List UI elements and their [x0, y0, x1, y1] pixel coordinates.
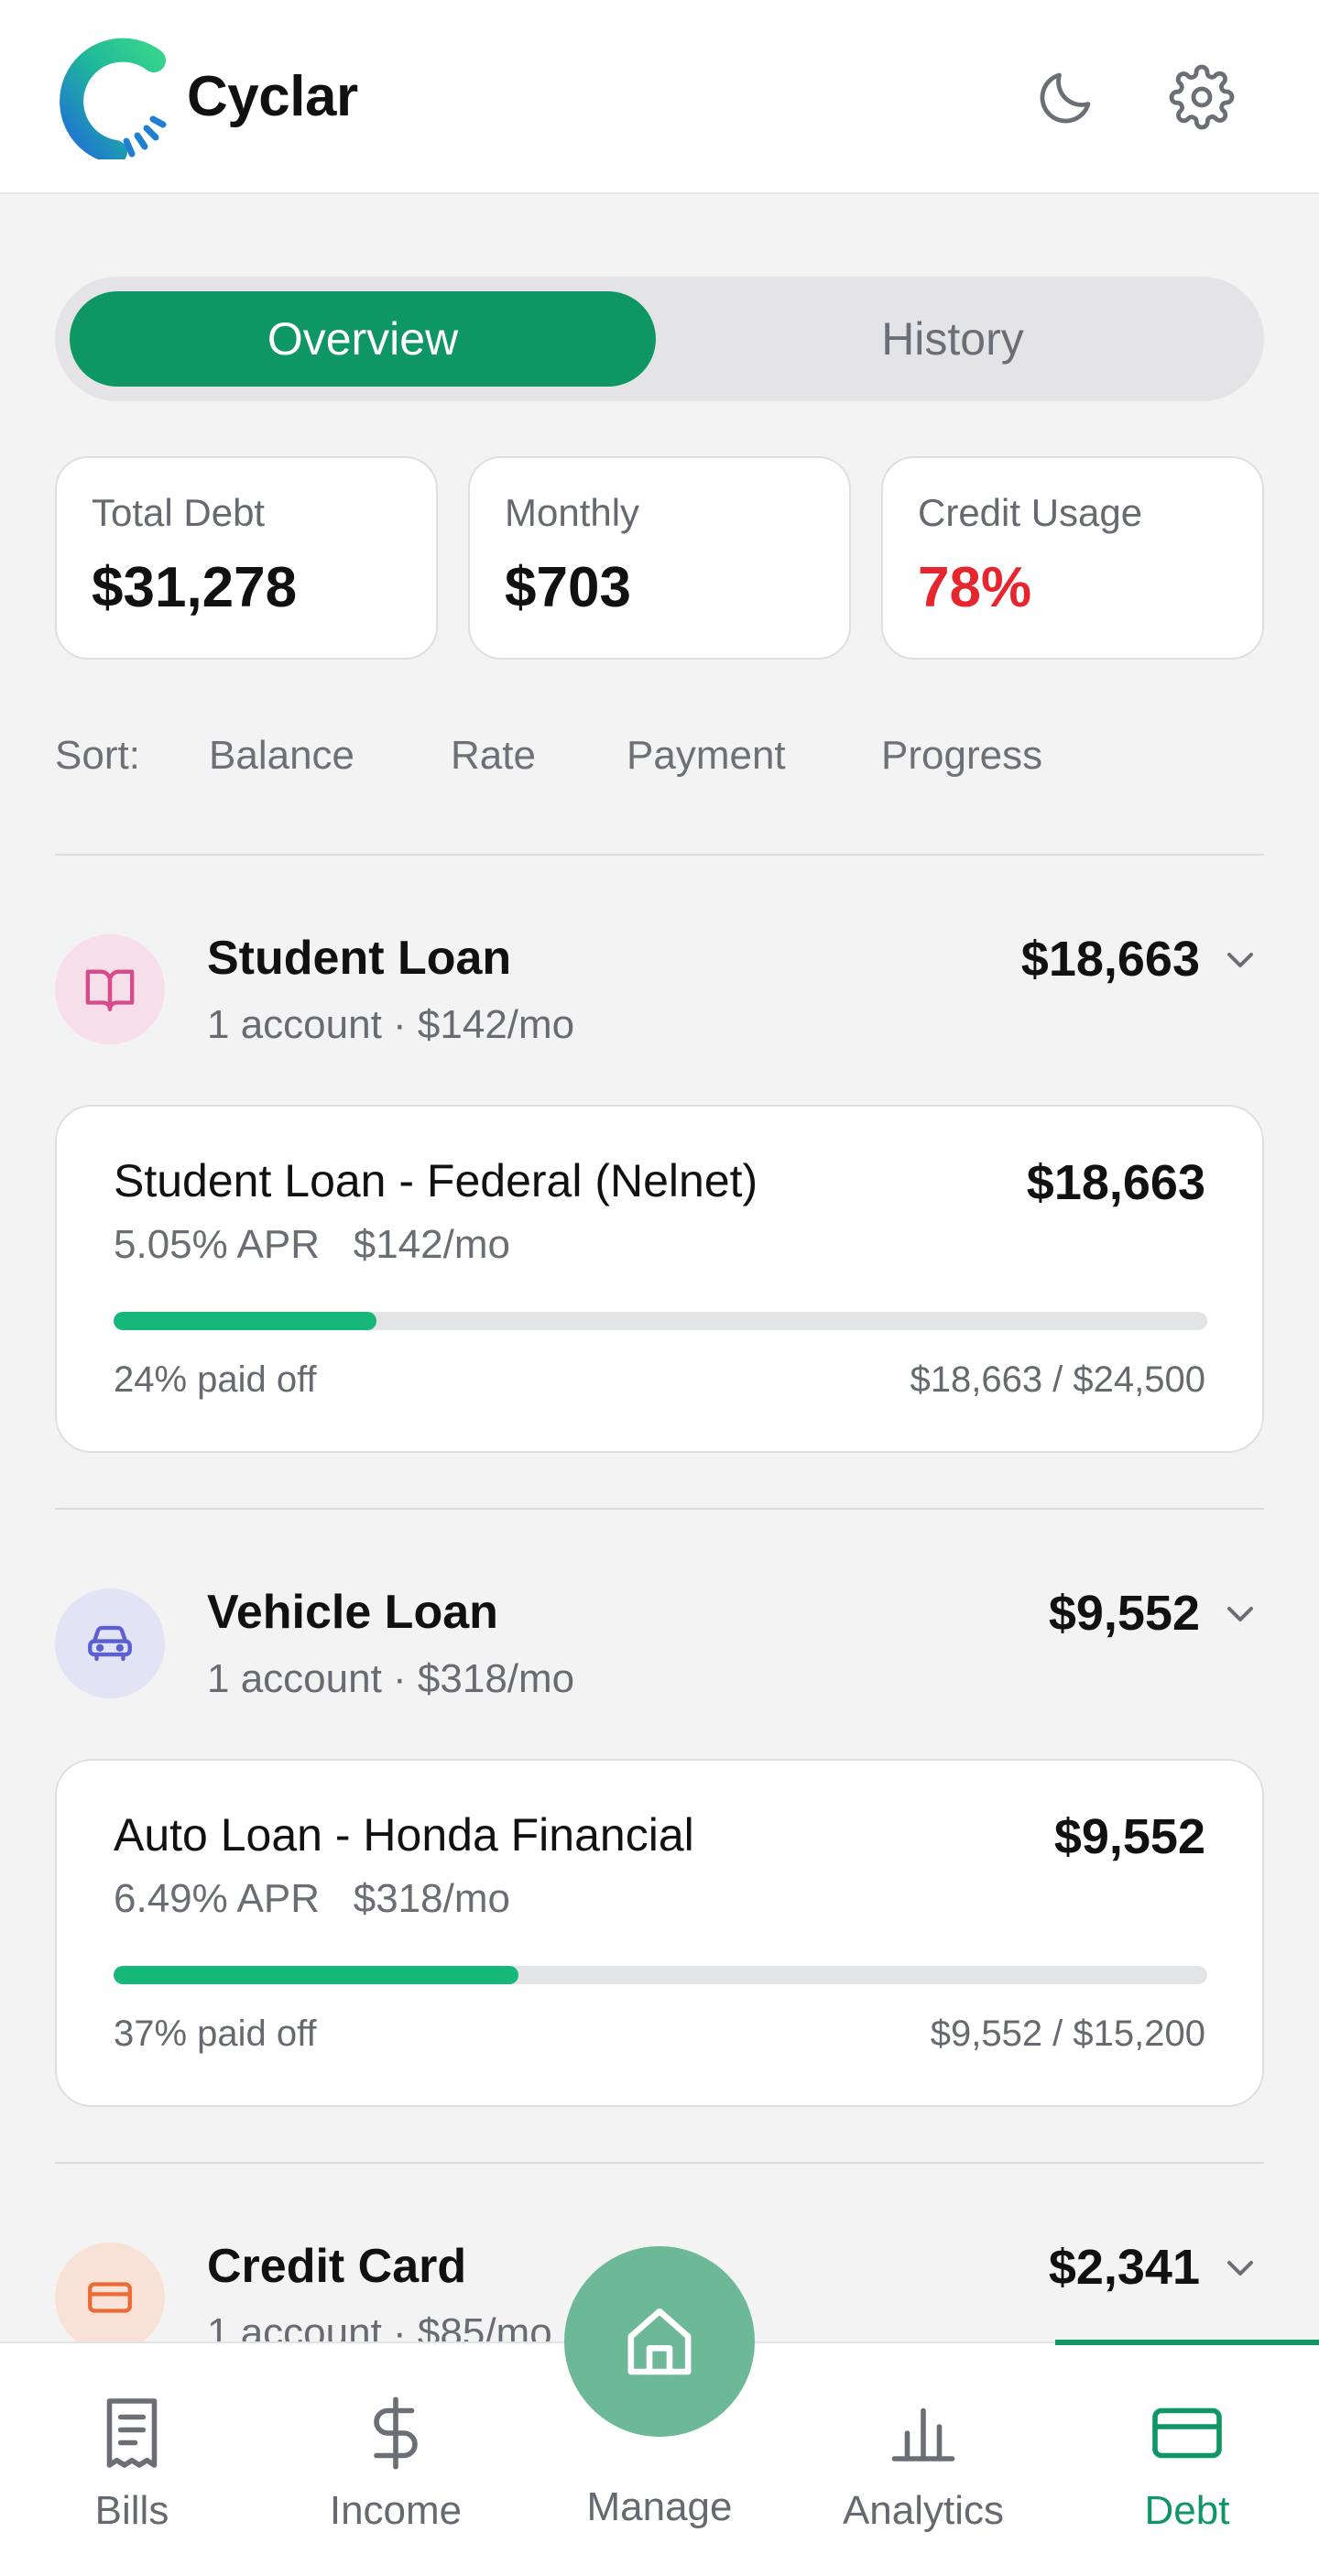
account-payment: $318/mo [353, 1876, 510, 1921]
account-name: Auto Loan - Honda Financial [114, 1809, 694, 1861]
app-header: Cyclar [0, 0, 1319, 194]
progress-bar [114, 1966, 1207, 1984]
credit-card-icon [1152, 2407, 1222, 2459]
nav-bills[interactable]: Bills [0, 2343, 264, 2576]
app-name: Cyclar [187, 65, 358, 128]
account-card-student-loan-federal[interactable]: Student Loan - Federal (Nelnet) $18,663 … [55, 1105, 1264, 1453]
progress-fill [114, 1312, 376, 1330]
sort-option-balance[interactable]: Balance [209, 733, 354, 779]
receipt-icon [106, 2398, 158, 2468]
vehicle-loan-group-icon [55, 1588, 165, 1698]
progress-bar [114, 1312, 1207, 1330]
account-balance: $18,663 [1026, 1155, 1205, 1210]
account-name: Student Loan - Federal (Nelnet) [114, 1155, 758, 1206]
stat-card-credit-usage: Credit Usage 78% [881, 456, 1264, 660]
stat-label: Credit Usage [918, 491, 1143, 534]
group-title-student-loan[interactable]: Student Loan [207, 931, 511, 986]
sort-option-progress[interactable]: Progress [881, 733, 1042, 779]
account-apr: 5.05% APR [114, 1222, 321, 1267]
credit-card-group-icon [55, 2243, 165, 2352]
account-card-auto-loan-honda[interactable]: Auto Loan - Honda Financial $9,552 6.49%… [55, 1759, 1264, 2107]
group-subtitle: 1 account · $142/mo [207, 1002, 575, 1047]
sort-option-payment[interactable]: Payment [627, 733, 786, 779]
sort-label: Sort: [55, 733, 140, 778]
theme-toggle-button[interactable] [1030, 60, 1103, 134]
nav-label: Debt [1144, 2488, 1230, 2533]
manage-fab-button[interactable] [564, 2246, 755, 2437]
cyclar-logo-icon [60, 38, 167, 159]
account-payment: $142/mo [353, 1222, 510, 1267]
book-icon [85, 969, 135, 1011]
nav-label: Income [329, 2488, 463, 2533]
balance-ratio: $18,663 / $24,500 [910, 1359, 1205, 1400]
car-icon [88, 1625, 132, 1662]
gear-icon [1169, 64, 1235, 130]
tab-history[interactable]: History [656, 291, 1249, 387]
nav-label: Bills [94, 2488, 169, 2533]
group-total: $2,341 [1048, 2240, 1200, 2295]
nav-label: Analytics [842, 2488, 1005, 2533]
group-title-vehicle-loan[interactable]: Vehicle Loan [207, 1585, 498, 1640]
nav-analytics[interactable]: Analytics [791, 2343, 1055, 2576]
settings-button[interactable] [1165, 60, 1238, 134]
bar-chart-icon [891, 2407, 955, 2461]
view-tabs: Overview History [55, 277, 1264, 401]
group-total: $9,552 [1048, 1586, 1200, 1641]
balance-ratio: $9,552 / $15,200 [930, 2014, 1205, 2054]
nav-label-manage[interactable]: Manage [528, 2484, 791, 2530]
stat-value: $703 [505, 556, 631, 619]
stat-value: $31,278 [92, 556, 298, 619]
nav-debt[interactable]: Debt [1055, 2343, 1319, 2576]
nav-income[interactable]: Income [264, 2343, 528, 2576]
progress-fill [114, 1966, 518, 1984]
divider [55, 2162, 1264, 2164]
account-meta: 6.49% APR $318/mo [114, 1876, 510, 1922]
dollar-icon [374, 2396, 418, 2470]
progress-label: 37% paid off [114, 2014, 317, 2054]
divider [55, 854, 1264, 856]
group-title-credit-card[interactable]: Credit Card [207, 2239, 466, 2294]
group-subtitle: 1 account · $318/mo [207, 1656, 575, 1701]
group-total: $18,663 [1020, 932, 1200, 987]
student-loan-group-icon [55, 934, 165, 1044]
chevron-down-icon[interactable] [1218, 938, 1262, 982]
stat-label: Total Debt [92, 491, 266, 534]
sort-option-rate[interactable]: Rate [451, 733, 536, 779]
stat-label: Monthly [505, 491, 640, 534]
tab-overview[interactable]: Overview [70, 291, 656, 387]
account-balance: $9,552 [1053, 1809, 1205, 1864]
chevron-down-icon[interactable] [1218, 2246, 1262, 2290]
stat-card-total-debt: Total Debt $31,278 [55, 456, 438, 660]
account-apr: 6.49% APR [114, 1876, 321, 1921]
home-icon [627, 2308, 692, 2375]
account-meta: 5.05% APR $142/mo [114, 1222, 510, 1268]
stat-value: 78% [918, 556, 1032, 619]
divider [55, 1508, 1264, 1510]
chevron-down-icon[interactable] [1218, 1592, 1262, 1636]
credit-card-icon [88, 2282, 132, 2313]
stat-card-monthly: Monthly $703 [468, 456, 851, 660]
moon-icon [1040, 72, 1091, 124]
progress-label: 24% paid off [114, 1359, 317, 1400]
